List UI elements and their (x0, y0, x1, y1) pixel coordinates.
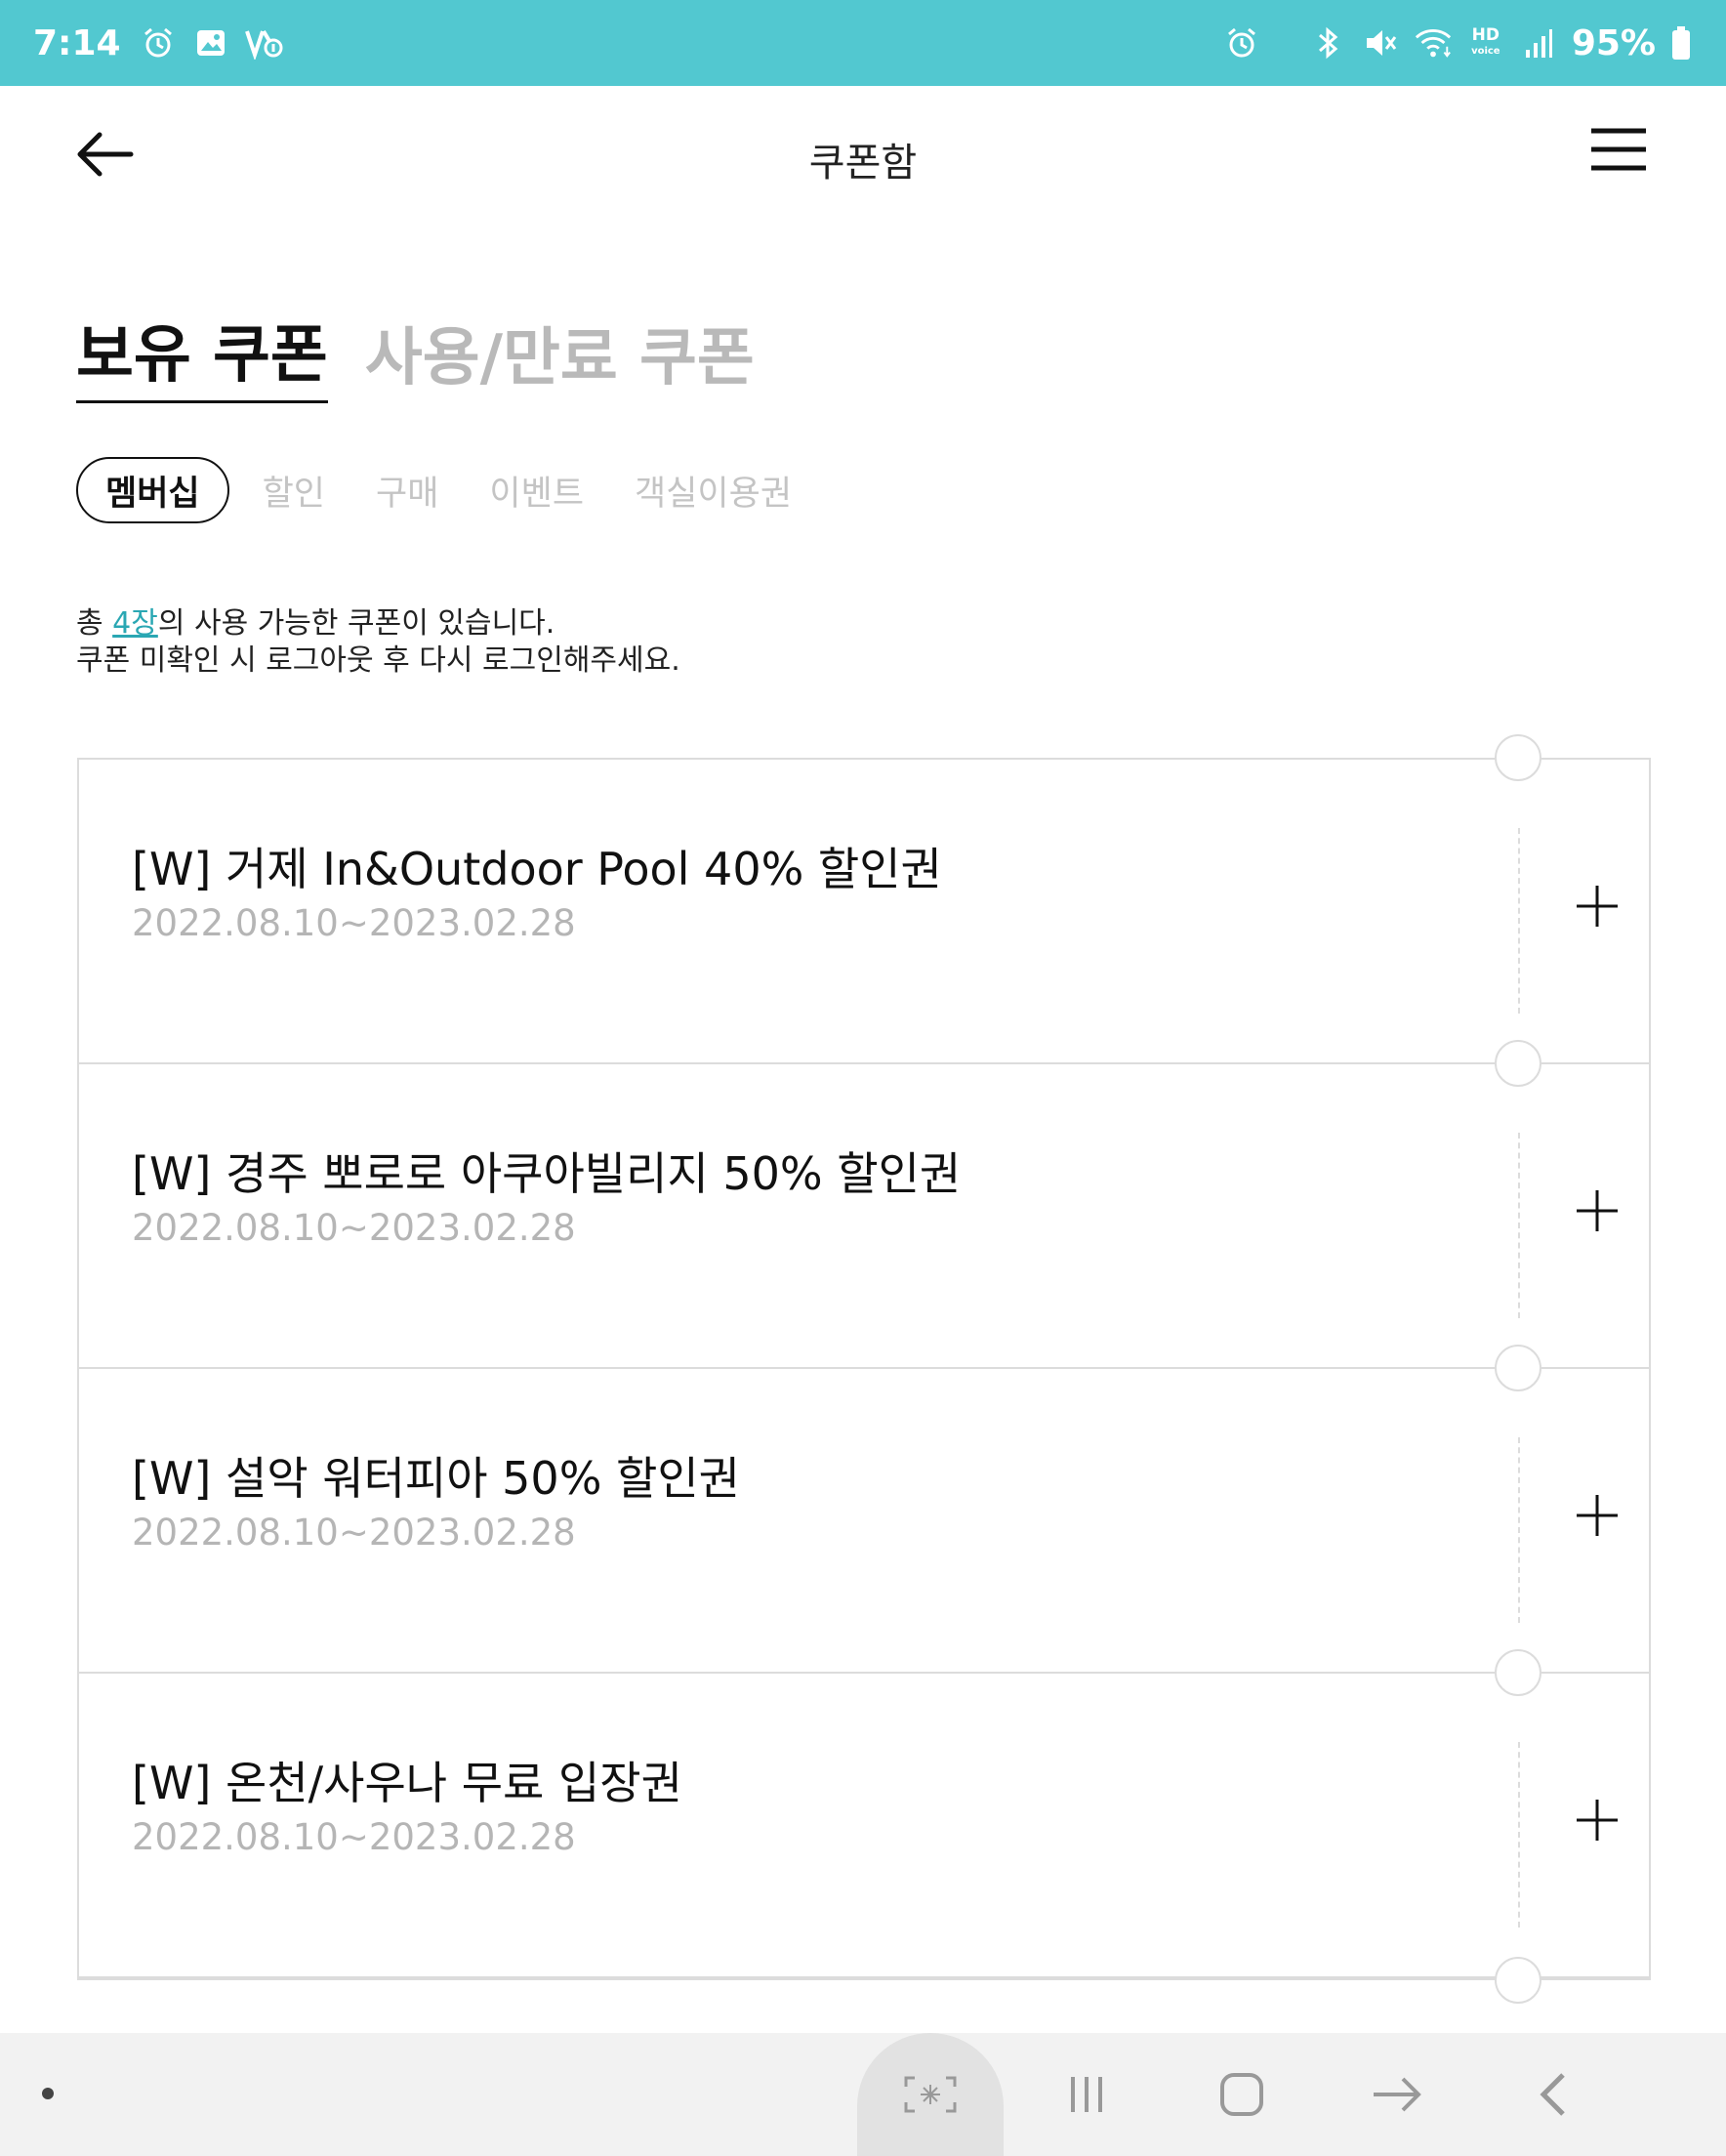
expand-button[interactable] (1553, 1167, 1641, 1255)
coupon-divider (1518, 1742, 1520, 1928)
tab-used-expired-coupons[interactable]: 사용/만료 쿠폰 (365, 308, 755, 403)
volte-icon (244, 23, 283, 62)
status-icons-left (139, 23, 283, 62)
coupon-title: [W] 거제 In&Outdoor Pool 40% 할인권 (132, 843, 942, 895)
coupon-period: 2022.08.10~2023.02.28 (132, 1207, 576, 1249)
coupon-title: [W] 온천/사우나 무료 입장권 (132, 1757, 682, 1809)
coupon-divider (1518, 1133, 1520, 1318)
gallery-icon (191, 23, 230, 62)
expand-button[interactable] (1553, 1776, 1641, 1864)
nav-indicator-dot (42, 2088, 54, 2099)
coupon-item[interactable]: [W] 경주 뽀로로 아쿠아빌리지 50% 할인권 2022.08.10~202… (79, 1064, 1649, 1369)
alarm-icon (1222, 23, 1261, 62)
page-title: 쿠폰함 (808, 141, 918, 186)
back-nav-button[interactable] (1499, 2033, 1606, 2156)
ticket-notch (1495, 1040, 1541, 1087)
plus-icon (1577, 1190, 1618, 1231)
coupon-item[interactable]: [W] 설악 워터피아 50% 할인권 2022.08.10~2023.02.2… (79, 1369, 1649, 1674)
status-icons-right: HD voice 95% (1308, 0, 1693, 86)
plus-icon (1577, 1495, 1618, 1536)
coupon-period: 2022.08.10~2023.02.28 (132, 1512, 576, 1554)
category-chips: 멤버십 할인 구매 이벤트 객실이용권 (76, 457, 817, 523)
screen-capture-button[interactable] (857, 2033, 1004, 2156)
expand-button[interactable] (1553, 862, 1641, 950)
screen-capture-icon (904, 2076, 957, 2113)
signal-icon (1519, 23, 1558, 62)
hamburger-menu-icon (1591, 128, 1646, 171)
hd-voice-icon: HD voice (1471, 24, 1500, 57)
coupon-period: 2022.08.10~2023.02.28 (132, 1816, 576, 1858)
coupon-list: [W] 거제 In&Outdoor Pool 40% 할인권 2022.08.1… (77, 734, 1651, 2004)
ticket-notch (1495, 1649, 1541, 1696)
status-time: 7:14 (33, 22, 121, 63)
status-bar: 7:14 HD voice 95% (0, 0, 1726, 86)
plus-icon (1577, 886, 1618, 927)
chip-purchase[interactable]: 구매 (350, 457, 464, 523)
home-icon (1220, 2073, 1263, 2116)
coupon-period: 2022.08.10~2023.02.28 (132, 902, 576, 944)
recents-button[interactable] (1033, 2033, 1140, 2156)
coupon-notice: 쿠폰 미확인 시 로그아웃 후 다시 로그인해주세요. (76, 643, 680, 678)
plus-icon (1577, 1800, 1618, 1841)
coupon-count: 4장 (112, 606, 158, 641)
coupon-divider (1518, 1437, 1520, 1623)
expand-button[interactable] (1553, 1472, 1641, 1559)
forward-icon (1374, 2077, 1421, 2112)
ticket-notch (1495, 1345, 1541, 1391)
coupon-divider (1518, 828, 1520, 1014)
wifi-icon (1414, 23, 1453, 62)
main-tabs: 보유 쿠폰 사용/만료 쿠폰 (76, 305, 755, 403)
coupon-item[interactable]: [W] 거제 In&Outdoor Pool 40% 할인권 2022.08.1… (79, 760, 1649, 1064)
forward-button[interactable] (1343, 2033, 1451, 2156)
chip-membership[interactable]: 멤버십 (76, 457, 229, 523)
chip-event[interactable]: 이벤트 (464, 457, 609, 523)
chip-discount[interactable]: 할인 (237, 457, 350, 523)
system-nav-bar (0, 2033, 1726, 2156)
bluetooth-icon (1308, 23, 1347, 62)
menu-button[interactable] (1589, 127, 1652, 178)
recents-icon (1071, 2077, 1102, 2112)
chip-room-voucher[interactable]: 객실이용권 (609, 457, 817, 523)
header: 쿠폰함 (0, 86, 1726, 223)
coupon-title: [W] 경주 뽀로로 아쿠아빌리지 50% 할인권 (132, 1147, 962, 1200)
coupon-info: 총 4장의 사용 가능한 쿠폰이 있습니다. 쿠폰 미확인 시 로그아웃 후 다… (76, 605, 680, 680)
battery-icon (1669, 23, 1693, 62)
home-button[interactable] (1188, 2033, 1295, 2156)
ticket-notch (1495, 734, 1541, 781)
coupon-title: [W] 설악 워터피아 50% 할인권 (132, 1452, 740, 1505)
back-icon (1540, 2073, 1565, 2116)
battery-percent: 95% (1571, 22, 1656, 63)
coupon-item[interactable]: [W] 온천/사우나 무료 입장권 2022.08.10~2023.02.28 (79, 1674, 1649, 1978)
tab-owned-coupons[interactable]: 보유 쿠폰 (76, 305, 328, 403)
coupon-count-line: 총 4장의 사용 가능한 쿠폰이 있습니다. (76, 606, 555, 641)
ticket-notch (1495, 1957, 1541, 2004)
mute-icon (1361, 23, 1400, 62)
alarm-icon (139, 23, 178, 62)
